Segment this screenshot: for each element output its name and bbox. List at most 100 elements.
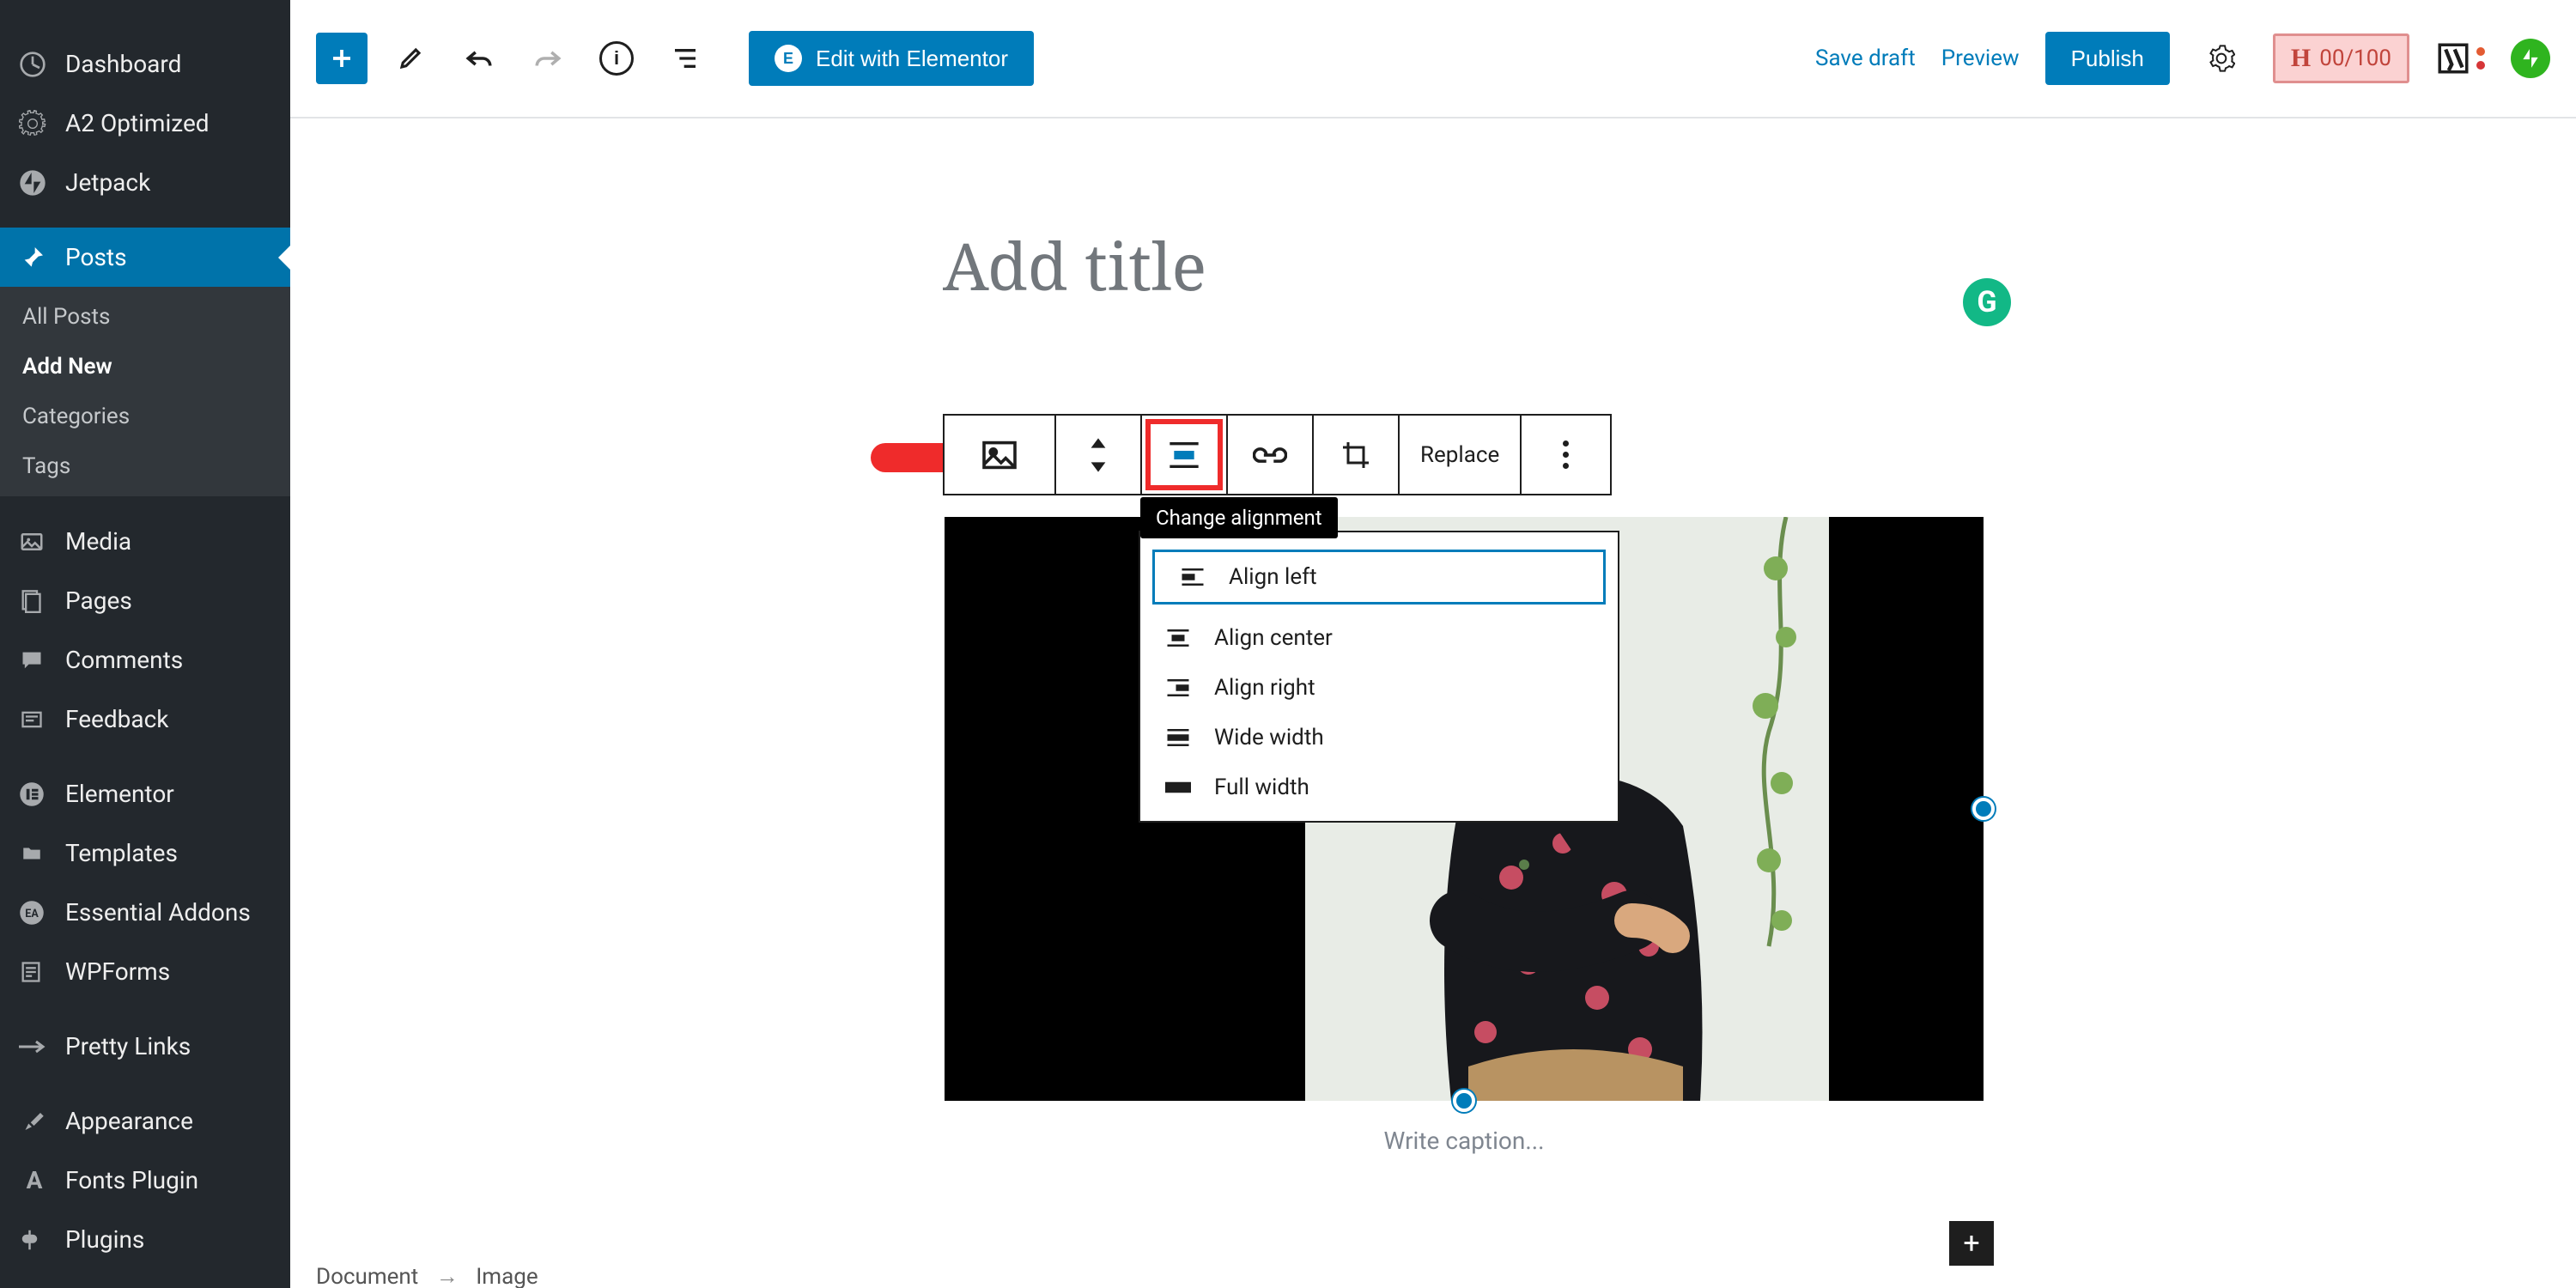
preview-link[interactable]: Preview: [1941, 46, 2020, 71]
ea-icon: EA: [19, 900, 50, 926]
add-block-button[interactable]: [316, 33, 368, 84]
breadcrumb-a[interactable]: Document: [316, 1264, 418, 1288]
align-center-icon: [1163, 628, 1194, 648]
publish-button[interactable]: Publish: [2045, 32, 2170, 85]
sidebar-label: Fonts Plugin: [65, 1166, 198, 1194]
sidebar-label: WPForms: [65, 957, 170, 986]
sidebar-item-wpforms[interactable]: WPForms: [0, 942, 290, 1001]
comments-icon: [19, 648, 50, 672]
submenu-categories[interactable]: Categories: [0, 392, 290, 441]
post-title-input[interactable]: Add title: [943, 222, 1206, 310]
elementor-icon: [19, 781, 50, 807]
resize-handle-bottom[interactable]: [1453, 1090, 1475, 1112]
link-button[interactable]: [1228, 416, 1314, 494]
wide-width-option[interactable]: Wide width: [1140, 713, 1618, 762]
sidebar-label: Feedback: [65, 705, 168, 733]
submenu-all-posts[interactable]: All Posts: [0, 292, 290, 342]
alignment-dropdown: Align left Align center Align right Wide…: [1139, 531, 1619, 823]
block-breadcrumb: Document → Image: [316, 1263, 538, 1288]
sidebar-label: Appearance: [65, 1107, 193, 1135]
breadcrumb-b[interactable]: Image: [476, 1264, 538, 1288]
sidebar-item-prettylinks[interactable]: Pretty Links: [0, 1017, 290, 1076]
full-width-icon: [1163, 777, 1194, 798]
sidebar-item-posts[interactable]: Posts: [0, 228, 290, 287]
option-label: Align left: [1229, 564, 1317, 590]
alignment-tooltip: Change alignment: [1140, 497, 1338, 538]
sidebar-item-elementor[interactable]: Elementor: [0, 764, 290, 823]
image-pad-right: [1829, 517, 1984, 1101]
pin-icon: [19, 244, 50, 271]
edit-with-elementor-button[interactable]: E Edit with Elementor: [749, 31, 1034, 86]
undo-button[interactable]: [453, 33, 505, 84]
replace-button[interactable]: Replace: [1400, 416, 1522, 494]
media-icon: [19, 529, 50, 555]
info-button[interactable]: i: [591, 33, 642, 84]
settings-button[interactable]: [2196, 33, 2247, 84]
outline-button[interactable]: [659, 33, 711, 84]
option-label: Full width: [1214, 775, 1309, 800]
sidebar-item-comments[interactable]: Comments: [0, 630, 290, 690]
wide-width-icon: [1163, 727, 1194, 748]
sidebar-item-pages[interactable]: Pages: [0, 571, 290, 630]
sidebar-label: Essential Addons: [65, 898, 251, 927]
sidebar-label: Comments: [65, 646, 183, 674]
save-draft-link[interactable]: Save draft: [1815, 46, 1916, 71]
align-right-option[interactable]: Align right: [1140, 663, 1618, 713]
add-block-inline-button[interactable]: +: [1949, 1221, 1994, 1266]
redo-button[interactable]: [522, 33, 574, 84]
align-right-icon: [1163, 677, 1194, 698]
submenu-add-new[interactable]: Add New: [0, 342, 290, 392]
alignment-button[interactable]: [1142, 416, 1228, 494]
sidebar-item-dashboard[interactable]: Dashboard: [0, 34, 290, 94]
editor-topbar: i E Edit with Elementor Save draft Previ…: [290, 0, 2576, 118]
crop-button[interactable]: [1314, 416, 1400, 494]
sidebar-item-feedback[interactable]: Feedback: [0, 690, 290, 749]
editor-canvas: Add title G Replace Change alignment: [290, 118, 2576, 1288]
pages-icon: [19, 588, 50, 614]
align-left-option[interactable]: Align left: [1152, 550, 1606, 605]
brush-icon: [19, 1109, 50, 1134]
sidebar-label: Jetpack: [65, 168, 150, 197]
sidebar-item-plugins[interactable]: Plugins: [0, 1210, 290, 1269]
sidebar-item-a2optimized[interactable]: A2 Optimized: [0, 94, 290, 153]
resize-handle-right[interactable]: [1972, 798, 1995, 820]
grammarly-icon[interactable]: G: [1963, 278, 2011, 326]
sidebar-item-media[interactable]: Media: [0, 512, 290, 571]
sidebar-item-jetpack[interactable]: Jetpack: [0, 153, 290, 212]
sidebar-item-fonts[interactable]: A Fonts Plugin: [0, 1151, 290, 1210]
h-letter-icon: H: [2291, 44, 2311, 73]
submenu-tags[interactable]: Tags: [0, 441, 290, 491]
yoast-indicator[interactable]: [2435, 40, 2485, 76]
sidebar-label: Dashboard: [65, 50, 181, 78]
block-type-button[interactable]: [945, 416, 1056, 494]
edit-mode-button[interactable]: [385, 33, 436, 84]
full-width-option[interactable]: Full width: [1140, 762, 1618, 812]
sidebar-label: Elementor: [65, 780, 174, 808]
elementor-label: Edit with Elementor: [816, 46, 1008, 72]
font-icon: A: [19, 1166, 50, 1194]
wpforms-icon: [19, 959, 50, 985]
headline-score-badge[interactable]: H 00/100: [2273, 33, 2409, 83]
align-center-option[interactable]: Align center: [1140, 613, 1618, 663]
sidebar-label: Pretty Links: [65, 1032, 191, 1060]
prettylinks-icon: [19, 1038, 50, 1055]
sidebar-label: Plugins: [65, 1225, 144, 1254]
sidebar-item-essential-addons[interactable]: EA Essential Addons: [0, 883, 290, 942]
sidebar-label: A2 Optimized: [65, 109, 210, 137]
jetpack-icon: [19, 169, 50, 197]
jetpack-top-icon[interactable]: [2511, 39, 2550, 78]
sidebar-label: Templates: [65, 839, 178, 867]
sidebar-item-appearance[interactable]: Appearance: [0, 1091, 290, 1151]
move-button[interactable]: [1056, 416, 1142, 494]
folder-icon: [19, 842, 50, 865]
sidebar-label: Posts: [65, 243, 127, 271]
option-label: Wide width: [1214, 725, 1324, 750]
sidebar-item-templates[interactable]: Templates: [0, 823, 290, 883]
caption-input[interactable]: Write caption...: [945, 1127, 1984, 1155]
posts-submenu: All Posts Add New Categories Tags: [0, 287, 290, 496]
more-options-button[interactable]: [1522, 416, 1610, 494]
dashboard-icon: [19, 51, 50, 78]
score-value: 00/100: [2319, 46, 2391, 71]
gear-icon: [19, 110, 50, 137]
align-left-icon: [1177, 567, 1208, 587]
